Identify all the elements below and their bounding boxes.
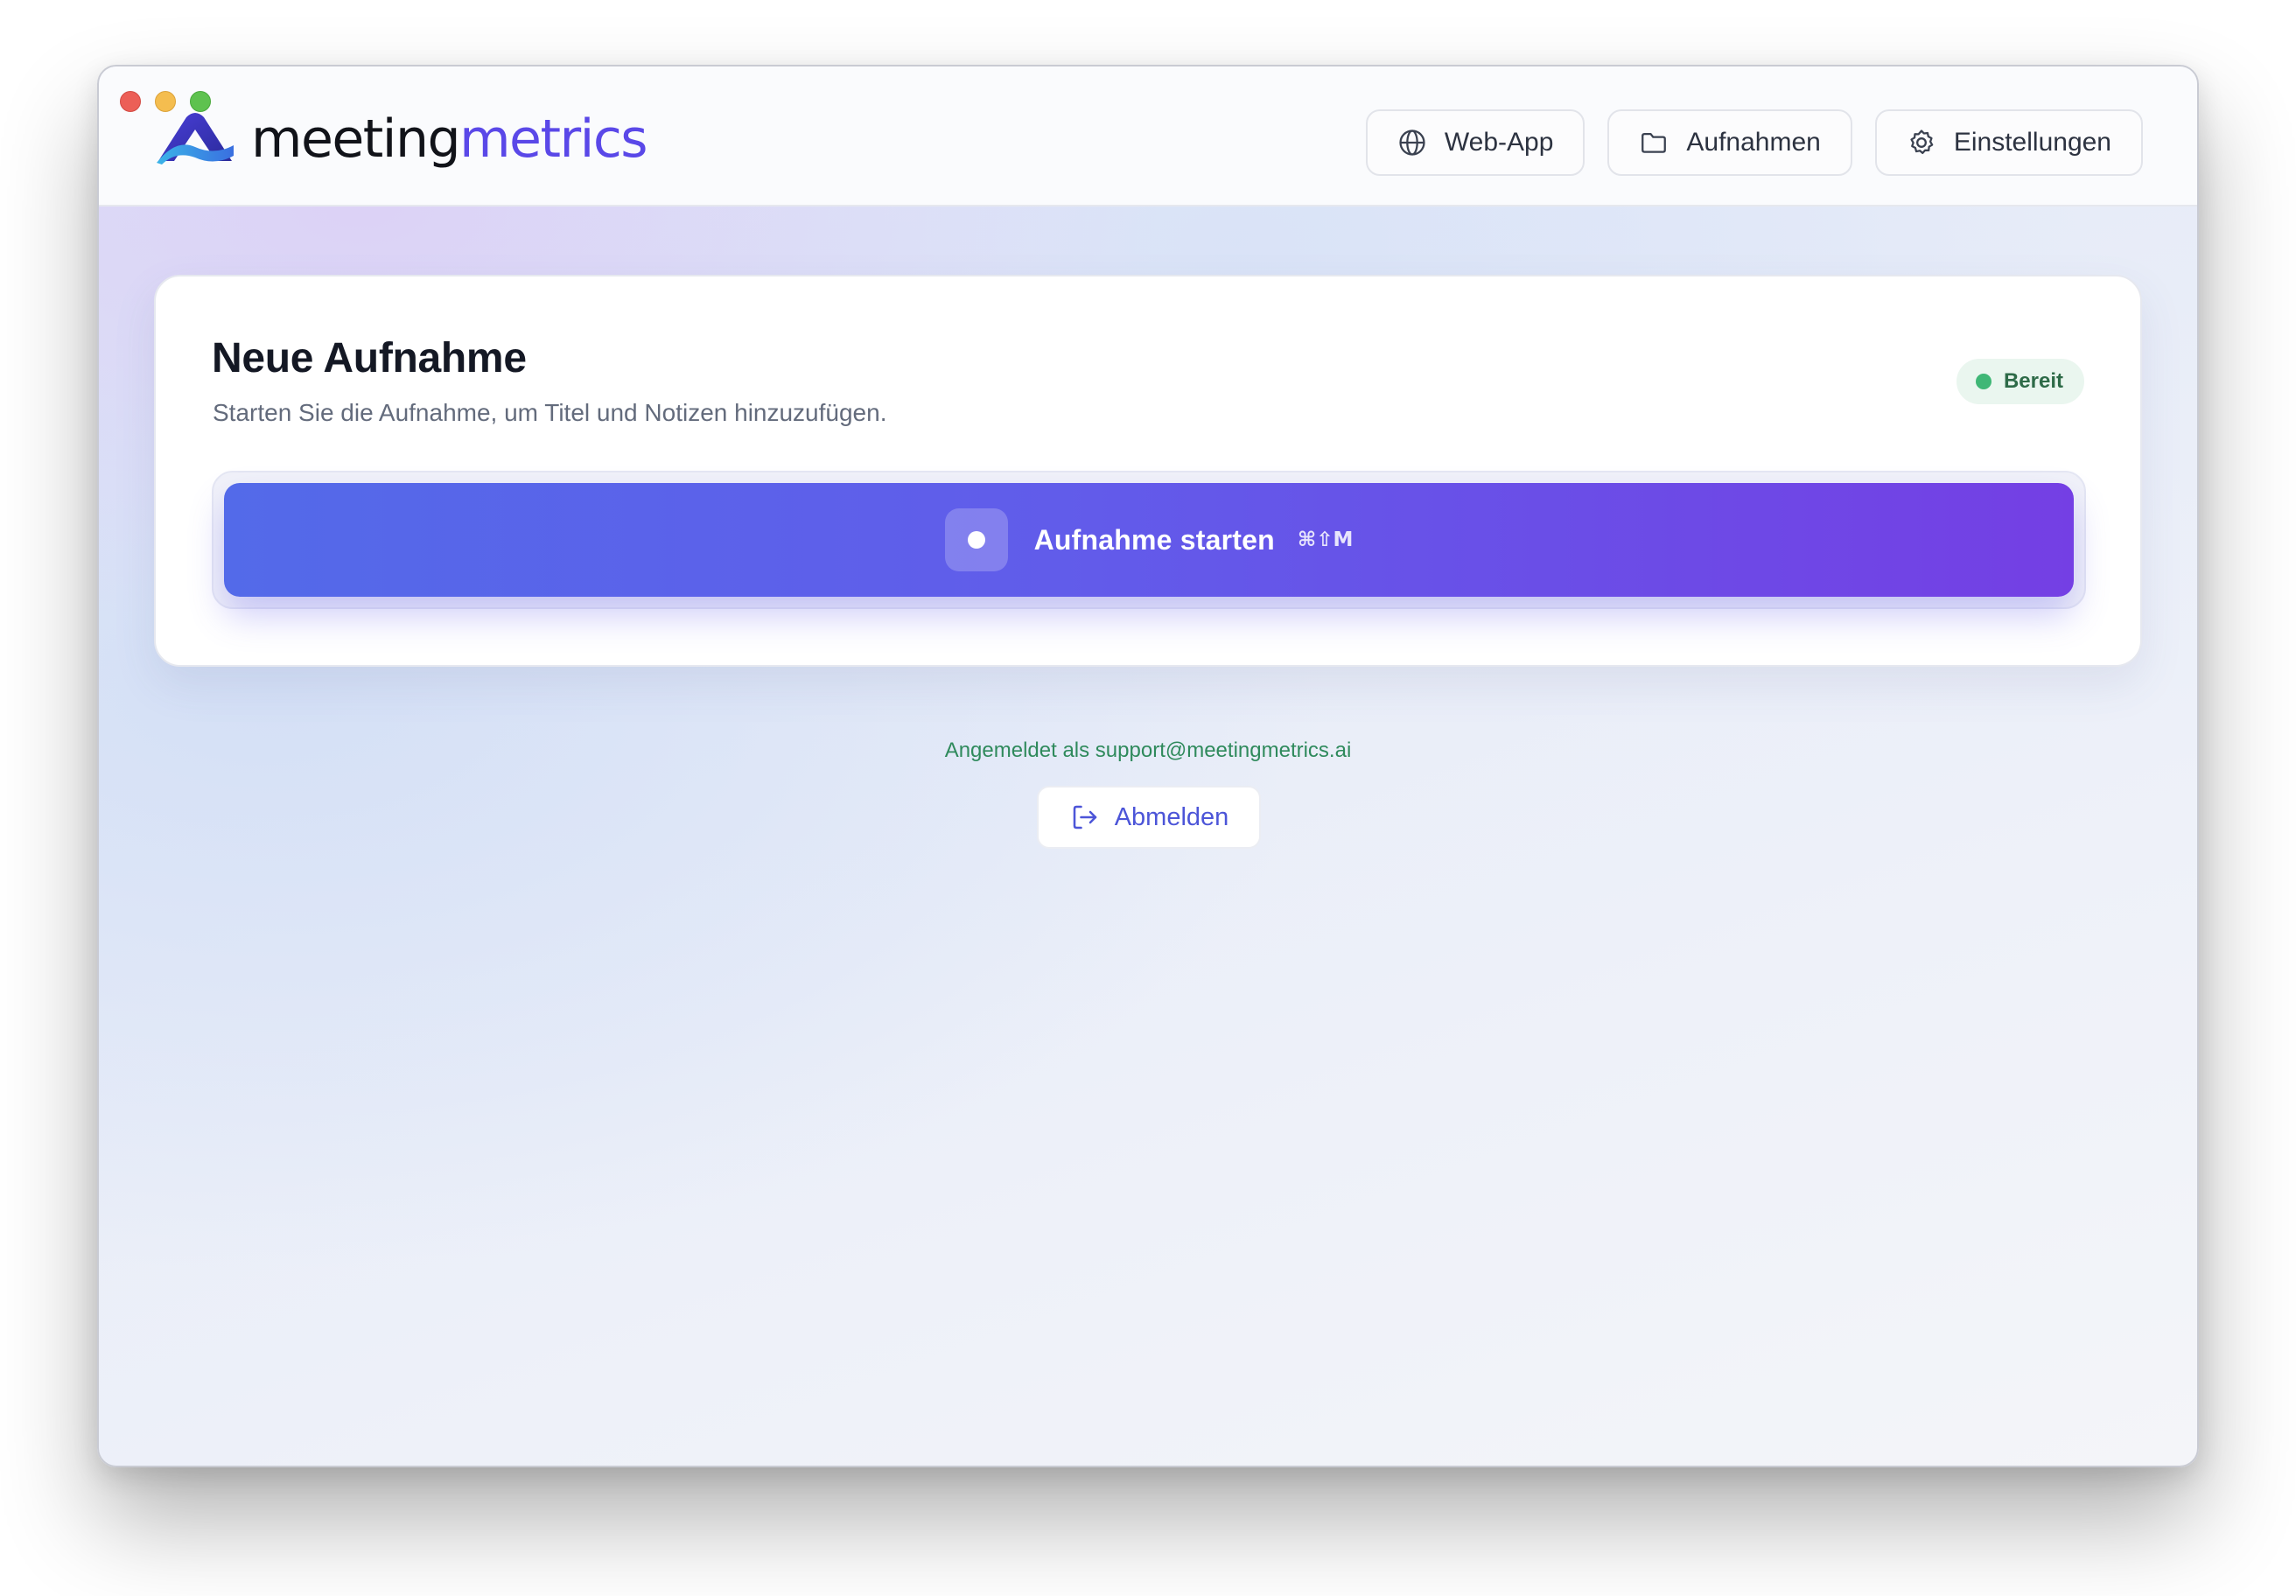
recordings-button[interactable]: Aufnahmen bbox=[1607, 109, 1852, 176]
settings-button[interactable]: Einstellungen bbox=[1874, 109, 2143, 176]
logout-label: Abmelden bbox=[1114, 802, 1229, 831]
logout-icon bbox=[1073, 805, 1096, 830]
start-recording-label: Aufnahme starten bbox=[1033, 523, 1275, 556]
app-window: meetingmetrics Web-App Aufnahmen Einstel… bbox=[97, 65, 2199, 1467]
settings-label: Einstellungen bbox=[1953, 128, 2111, 157]
record-dot-icon bbox=[944, 508, 1008, 571]
login-status: Angemeldet als support@meetingmetrics.ai bbox=[944, 738, 1352, 762]
webapp-label: Web-App bbox=[1444, 128, 1554, 157]
webapp-button[interactable]: Web-App bbox=[1365, 109, 1586, 176]
record-button-frame: Aufnahme starten ⌘⇧M bbox=[212, 471, 2086, 609]
keyboard-shortcut: ⌘⇧M bbox=[1297, 528, 1354, 551]
minimize-window-button[interactable] bbox=[155, 91, 176, 112]
card-title: Neue Aufnahme bbox=[212, 335, 527, 382]
recordings-label: Aufnahmen bbox=[1686, 128, 1821, 157]
logout-button[interactable]: Abmelden bbox=[1037, 786, 1261, 849]
top-nav: Web-App Aufnahmen Einstellungen bbox=[1365, 109, 2143, 176]
status-badge: Bereit bbox=[1956, 359, 2084, 404]
header-bar: meetingmetrics Web-App Aufnahmen Einstel… bbox=[99, 66, 2197, 206]
gear-icon bbox=[1910, 130, 1934, 155]
logo-icon bbox=[157, 113, 234, 164]
status-label: Bereit bbox=[2003, 369, 2063, 393]
globe-icon bbox=[1399, 130, 1425, 156]
card-subtitle: Starten Sie die Aufnahme, um Titel und N… bbox=[213, 399, 887, 426]
close-window-button[interactable] bbox=[120, 91, 141, 112]
zoom-window-button[interactable] bbox=[190, 91, 211, 112]
window-controls bbox=[120, 91, 211, 112]
app-logo: meetingmetrics bbox=[155, 108, 648, 170]
folder-icon bbox=[1642, 132, 1667, 153]
new-recording-card: Neue Aufnahme Starten Sie die Aufnahme, … bbox=[154, 275, 2142, 667]
start-recording-button[interactable]: Aufnahme starten ⌘⇧M bbox=[224, 483, 2074, 597]
status-dot-icon bbox=[1975, 374, 1992, 389]
app-name: meetingmetrics bbox=[251, 108, 648, 170]
